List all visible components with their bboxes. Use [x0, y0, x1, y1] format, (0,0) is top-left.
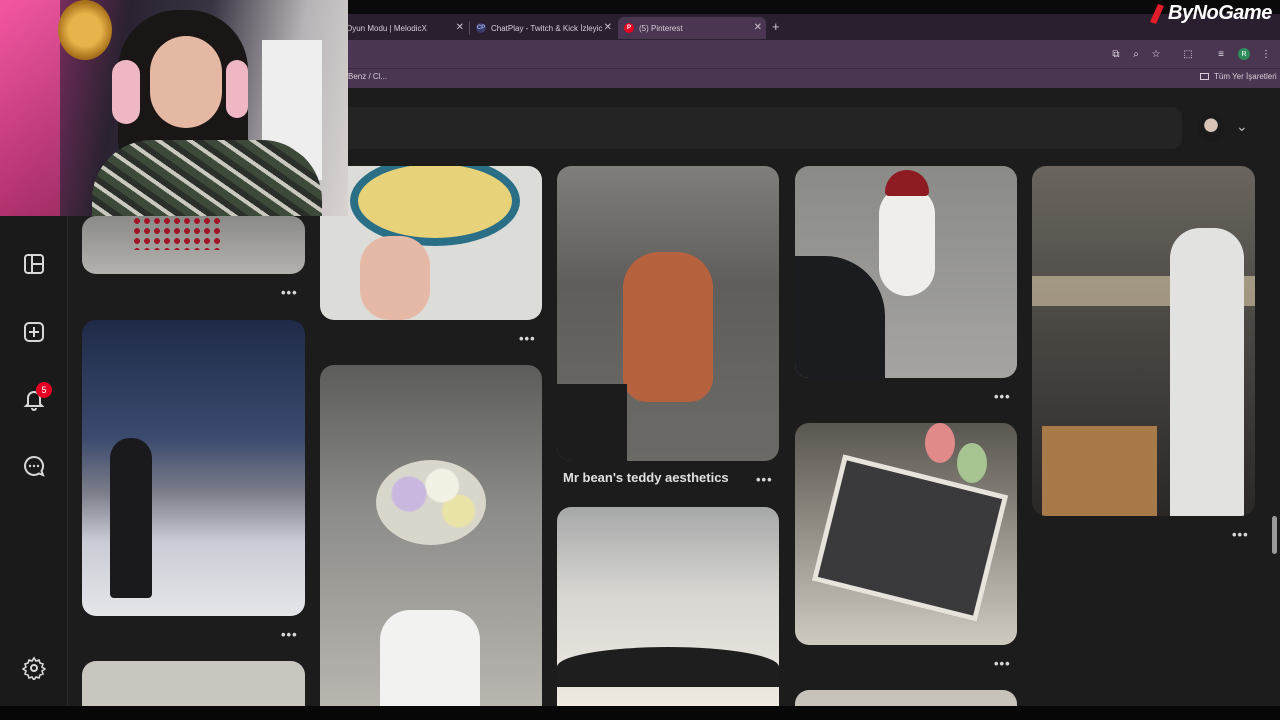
- pin-image[interactable]: [795, 690, 1017, 706]
- chevron-down-icon[interactable]: ⌄: [1236, 118, 1248, 135]
- tab-label: (5) Pinterest: [639, 23, 683, 33]
- boards-icon[interactable]: [22, 252, 46, 276]
- person-silhouette: [110, 438, 152, 598]
- zoom-icon[interactable]: ⌕: [1129, 47, 1143, 61]
- sweater: [92, 140, 322, 216]
- webcam-overlay: [0, 0, 348, 216]
- bottom-strip: [0, 706, 1280, 720]
- paint-cup: [957, 443, 987, 483]
- pink-light: [0, 0, 60, 216]
- scrollbar-thumb[interactable]: [1272, 516, 1277, 554]
- pin-image[interactable]: [82, 661, 305, 706]
- pin-more-button[interactable]: •••: [994, 656, 1011, 671]
- close-icon[interactable]: ✕: [604, 22, 612, 33]
- pin-image[interactable]: [82, 320, 305, 616]
- man-figure: [1170, 228, 1244, 516]
- watermark-text: ByNoGame: [1168, 2, 1272, 24]
- search-bar[interactable]: [340, 107, 1182, 149]
- pin-image[interactable]: [320, 166, 542, 320]
- extensions-icon[interactable]: ⬚: [1181, 47, 1195, 61]
- pin-image[interactable]: [82, 216, 305, 274]
- pin-more-button[interactable]: •••: [281, 627, 298, 642]
- jacket-image: [795, 256, 885, 378]
- tab-melodicx[interactable]: Oyun Modu | MelodicX ✕: [340, 17, 468, 39]
- pin-image[interactable]: [557, 166, 779, 461]
- close-icon[interactable]: ✕: [754, 22, 762, 33]
- plate-image: [350, 166, 520, 246]
- hair-image: [557, 647, 779, 687]
- brand-logo-icon: [1150, 4, 1164, 24]
- wooden-door: [1042, 426, 1157, 516]
- bookmark-star-icon[interactable]: ☆: [1149, 47, 1163, 61]
- gold-balloon: [58, 0, 112, 60]
- pin-image[interactable]: [557, 507, 779, 706]
- pin-more-button[interactable]: •••: [281, 285, 298, 300]
- menu-icon[interactable]: ⋮: [1259, 47, 1273, 61]
- media-icon[interactable]: ≡: [1214, 47, 1228, 61]
- sleeve: [557, 384, 627, 461]
- pin-more-button[interactable]: •••: [519, 331, 536, 346]
- messages-icon[interactable]: [22, 454, 46, 478]
- bookmark-item[interactable]: Benz / Cl...: [348, 72, 387, 81]
- close-icon[interactable]: ✕: [456, 22, 464, 33]
- hat-image: [885, 170, 929, 196]
- roses-image: [132, 216, 222, 250]
- pin-image[interactable]: [1032, 166, 1255, 516]
- chatplay-favicon-icon: CP: [476, 23, 486, 33]
- settings-icon[interactable]: [22, 656, 46, 680]
- tab-label: Oyun Modu | MelodicX: [346, 23, 427, 33]
- balloon-bouquet: [376, 460, 486, 545]
- cast-icon[interactable]: ⧉: [1109, 47, 1123, 61]
- headphone-cup: [112, 60, 140, 124]
- tab-label: ChatPlay - Twitch & Kick İzleyic: [491, 23, 603, 33]
- teddy-fox: [623, 252, 713, 402]
- profile-avatar[interactable]: R: [1238, 48, 1250, 60]
- person-shirt: [380, 610, 480, 706]
- snowman-image: [879, 186, 935, 296]
- hand-image: [360, 236, 430, 320]
- page-scrollbar[interactable]: [1270, 88, 1280, 706]
- user-avatar[interactable]: [1197, 114, 1225, 142]
- notification-badge: 5: [36, 382, 52, 398]
- folder-icon: [1200, 73, 1209, 80]
- all-bookmarks[interactable]: Tüm Yer İşaretleri: [1200, 72, 1277, 81]
- pin-title[interactable]: Mr bean's teddy aesthetics: [563, 470, 729, 485]
- pin-image[interactable]: [795, 423, 1017, 645]
- headphone-cup: [226, 60, 248, 118]
- tab-pinterest[interactable]: P (5) Pinterest ✕: [618, 17, 766, 39]
- new-tab-button[interactable]: +: [772, 19, 780, 34]
- paint-cup: [925, 423, 955, 463]
- pinterest-favicon-icon: P: [624, 23, 634, 33]
- pin-image[interactable]: [320, 365, 542, 706]
- pin-image[interactable]: [795, 166, 1017, 378]
- pin-more-button[interactable]: •••: [756, 472, 773, 487]
- all-bookmarks-label: Tüm Yer İşaretleri: [1214, 72, 1277, 81]
- tab-chatplay[interactable]: CP ChatPlay - Twitch & Kick İzleyic ✕: [470, 17, 616, 39]
- face: [150, 36, 222, 128]
- create-icon[interactable]: [22, 320, 46, 344]
- pin-more-button[interactable]: •••: [994, 389, 1011, 404]
- pin-more-button[interactable]: •••: [1232, 527, 1249, 542]
